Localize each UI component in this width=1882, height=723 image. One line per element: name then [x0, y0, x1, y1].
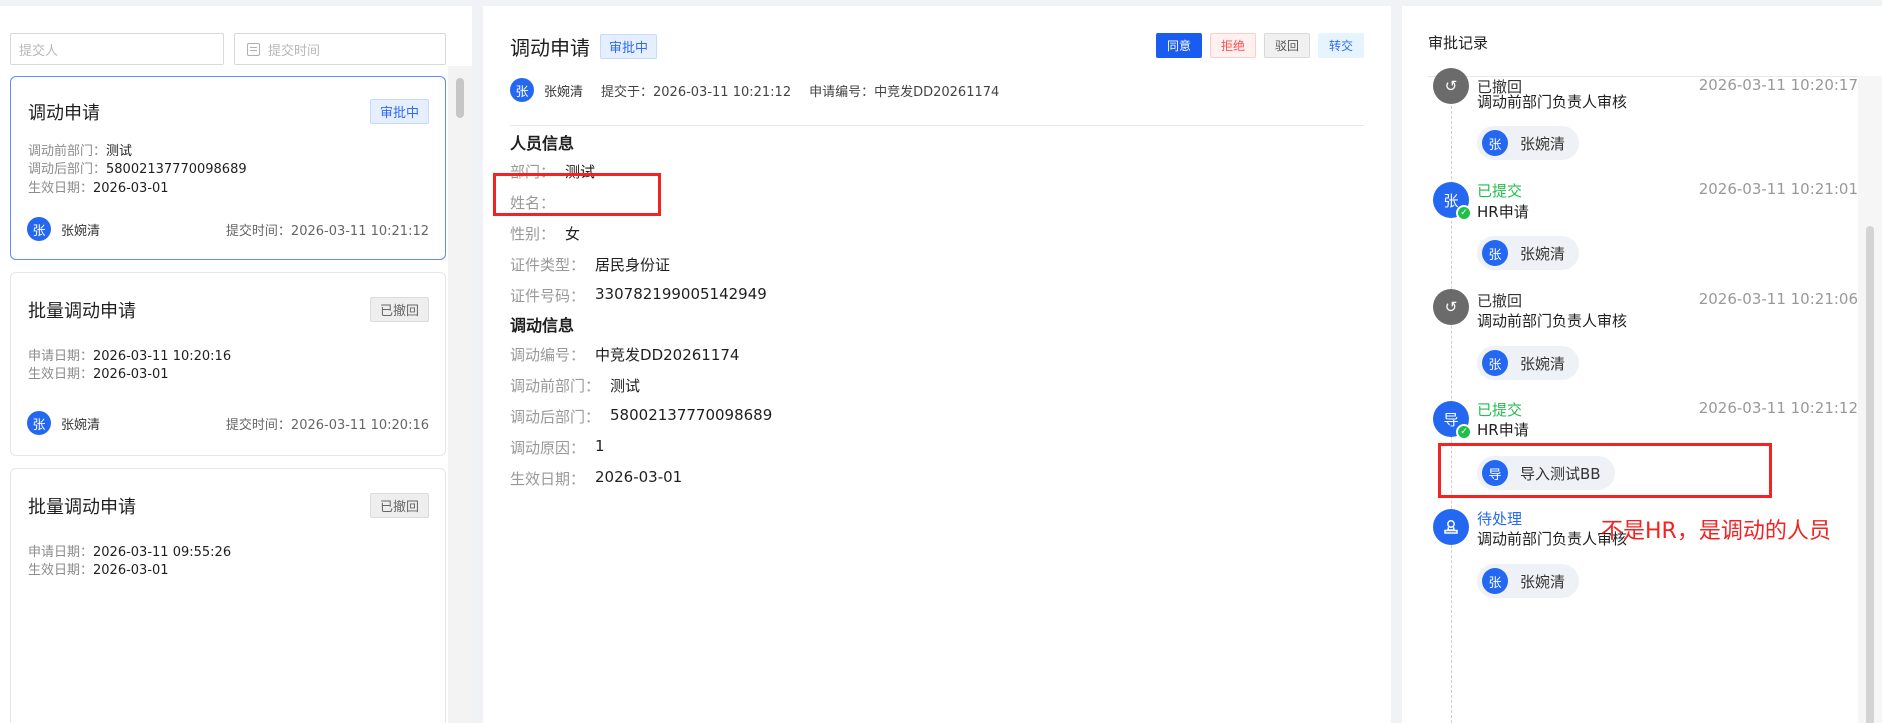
- list-scrollbar-thumb[interactable]: [456, 78, 464, 118]
- card-title: 调动申请: [28, 103, 100, 124]
- card-field: 调动前部门：测试: [28, 144, 133, 159]
- return-button[interactable]: 驳回: [1263, 33, 1310, 58]
- status-badge: 审批中: [369, 99, 429, 124]
- submitter-placeholder: 提交人: [19, 43, 59, 59]
- field-transfer-reason: 调动原因： 1: [510, 437, 605, 457]
- submitter: 张 张婉清: [510, 78, 583, 102]
- approver-chip: 张 张婉清: [1477, 564, 1580, 598]
- request-meta: 张 张婉清 提交于：2026-03-11 10:21:12 申请编号：中竞发DD…: [510, 78, 999, 102]
- avatar: 张: [1482, 568, 1508, 594]
- detail-header: 调动申请 审批中: [510, 32, 658, 61]
- check-icon: ✓: [1456, 424, 1472, 440]
- approver-name: 张婉清: [1520, 354, 1566, 373]
- submitter-filter-input[interactable]: 提交人: [10, 33, 224, 65]
- annotation-note: 不是HR，是调动的人员: [1601, 519, 1831, 544]
- calendar-icon: [247, 42, 260, 56]
- timeline-status: 已撤回: [1477, 292, 1523, 310]
- timeline-node: 调动前部门负责人审核: [1477, 93, 1628, 111]
- submit-time: 提交时间：2026-03-11 10:20:16: [225, 417, 429, 433]
- avatar: 张: [1482, 350, 1508, 376]
- field-id-number: 证件号码： 330782199005142949: [510, 285, 767, 305]
- panel-title: 审批记录: [1428, 34, 1489, 52]
- card-footer: 张 张婉清 提交时间：2026-03-11 10:20:16: [27, 411, 429, 435]
- avatar: 张: [27, 411, 51, 435]
- submit-time-placeholder: 提交时间: [268, 43, 321, 59]
- timeline-time: 2026-03-11 10:21:06: [1698, 290, 1858, 308]
- timeline-status: 已提交: [1477, 401, 1523, 419]
- submitter: 张 张婉清: [27, 217, 100, 241]
- check-icon: ✓: [1456, 205, 1472, 221]
- timeline-scrollbar[interactable]: [1858, 76, 1882, 723]
- request-card[interactable]: 调动申请 审批中 调动前部门：测试 调动后部门：5800213777009868…: [10, 76, 446, 260]
- filter-bar: 提交人 提交时间: [10, 33, 446, 65]
- avatar: 张: [510, 78, 534, 102]
- submit-time-filter-input[interactable]: 提交时间: [234, 33, 446, 65]
- submit-time: 提交时间：2026-03-11 10:21:12: [225, 223, 429, 239]
- status-badge: 已撤回: [369, 493, 429, 518]
- avatar: 张: [1482, 130, 1508, 156]
- timeline-node: HR申请: [1477, 421, 1529, 439]
- timeline-node: 调动前部门负责人审核: [1477, 312, 1628, 330]
- transfer-button[interactable]: 转交: [1317, 33, 1364, 58]
- approver-chip: 张 张婉清: [1477, 346, 1580, 380]
- timeline-time: 2026-03-11 10:20:17: [1698, 76, 1858, 94]
- field-id-type: 证件类型： 居民身份证: [510, 256, 671, 274]
- timeline-scrollbar-thumb[interactable]: [1866, 226, 1874, 723]
- card-field: 生效日期：2026-03-01: [28, 563, 169, 578]
- highlight-box-name: [493, 173, 661, 216]
- section-heading-transfer: 调动信息: [510, 316, 575, 335]
- card-footer: 张 张婉清 提交时间：2026-03-11 10:21:12: [27, 217, 429, 241]
- card-field: 申请日期：2026-03-11 10:20:16: [28, 349, 232, 364]
- card-field: 申请日期：2026-03-11 09:55:26: [28, 545, 232, 560]
- highlight-box-approver: [1438, 443, 1772, 498]
- divider: [510, 125, 1364, 126]
- approval-record-panel: 审批记录 ↺ 已撤回 2026-03-11 10:20:17 调动前部门负责人审…: [1402, 6, 1882, 723]
- timeline-time: 2026-03-11 10:21:01: [1698, 180, 1858, 198]
- timeline-status: 已提交: [1477, 182, 1523, 200]
- approve-button[interactable]: 同意: [1155, 33, 1202, 58]
- timeline-node: HR申请: [1477, 203, 1529, 221]
- field-dept-after: 调动后部门： 58002137770098689: [510, 406, 773, 426]
- field-transfer-number: 调动编号： 中竞发DD20261174: [510, 346, 740, 364]
- submitter-name: 张婉清: [61, 417, 101, 433]
- reject-button[interactable]: 拒绝: [1209, 33, 1256, 58]
- approver-name: 张婉清: [1520, 134, 1566, 153]
- action-bar: 同意 拒绝 驳回 转交: [1155, 33, 1364, 58]
- submitter: 张 张婉清: [27, 411, 100, 435]
- submitter-name: 张婉清: [544, 84, 584, 100]
- field-effective-date: 生效日期： 2026-03-01: [510, 468, 683, 488]
- page-title: 调动申请: [510, 36, 590, 60]
- field-dept-before: 调动前部门： 测试: [510, 377, 641, 395]
- avatar: 张: [27, 217, 51, 241]
- user-avatar-icon: 张 ✓: [1433, 182, 1472, 221]
- revoke-icon: ↺: [1433, 68, 1469, 104]
- approver-chip: 张 张婉清: [1477, 126, 1580, 160]
- submitter-name: 张婉清: [61, 223, 101, 239]
- card-field: 调动后部门：58002137770098689: [28, 162, 247, 177]
- card-field: 生效日期：2026-03-01: [28, 181, 169, 196]
- card-title: 批量调动申请: [28, 301, 136, 322]
- status-badge: 已撤回: [369, 297, 429, 322]
- field-gender: 性别：女: [510, 225, 581, 243]
- list-scrollbar[interactable]: [448, 66, 472, 723]
- card-title: 批量调动申请: [28, 497, 136, 518]
- submitted-time: 提交于：2026-03-11 10:21:12: [601, 84, 792, 100]
- avatar: 张: [1482, 240, 1508, 266]
- request-number: 申请编号：中竞发DD20261174: [809, 84, 1000, 100]
- request-list-panel: 提交人 提交时间 调动申请 审批中 调动前部门：测试 调动后部门：5800213…: [0, 6, 472, 723]
- section-heading-person: 人员信息: [510, 134, 575, 153]
- timeline-status: 待处理: [1477, 510, 1523, 528]
- request-card[interactable]: 批量调动申请 已撤回 申请日期：2026-03-11 09:55:26 生效日期…: [10, 468, 446, 723]
- request-detail-panel: 调动申请 审批中 同意 拒绝 驳回 转交 张 张婉清 提交于：2026-03-1…: [483, 6, 1391, 723]
- stamp-icon: [1433, 509, 1469, 545]
- card-field: 生效日期：2026-03-01: [28, 367, 169, 382]
- request-card[interactable]: 批量调动申请 已撤回 申请日期：2026-03-11 10:20:16 生效日期…: [10, 272, 446, 456]
- approver-chip: 张 张婉清: [1477, 236, 1580, 270]
- user-avatar-icon: 导 ✓: [1433, 401, 1472, 440]
- status-badge: 审批中: [600, 34, 658, 59]
- timeline-time: 2026-03-11 10:21:12: [1698, 399, 1858, 417]
- approver-name: 张婉清: [1520, 572, 1566, 591]
- revoke-icon: ↺: [1433, 289, 1469, 325]
- approver-name: 张婉清: [1520, 244, 1566, 263]
